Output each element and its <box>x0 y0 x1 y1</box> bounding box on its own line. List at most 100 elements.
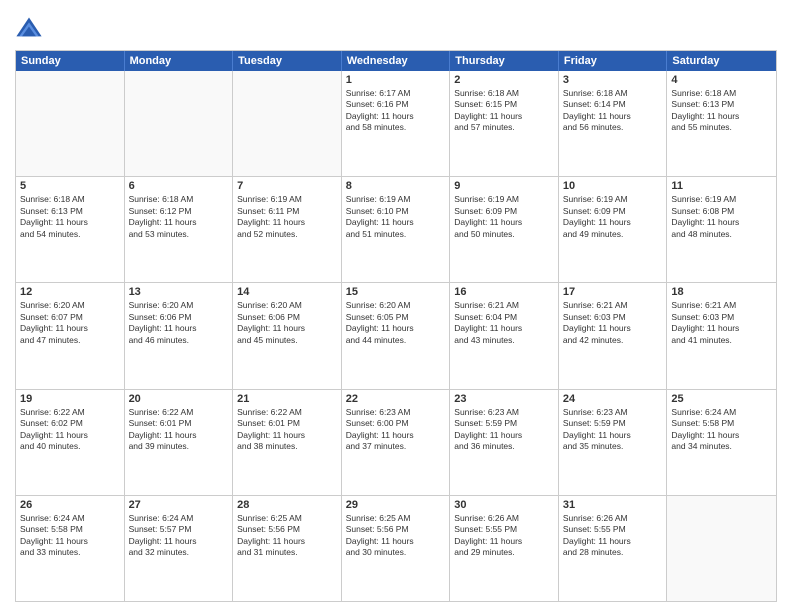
day-info: Sunrise: 6:18 AM Sunset: 6:12 PM Dayligh… <box>129 194 229 240</box>
day-number: 24 <box>563 393 663 405</box>
day-info: Sunrise: 6:19 AM Sunset: 6:09 PM Dayligh… <box>563 194 663 240</box>
day-info: Sunrise: 6:18 AM Sunset: 6:13 PM Dayligh… <box>671 88 772 134</box>
header-cell-monday: Monday <box>125 51 234 71</box>
calendar-cell: 6 Sunrise: 6:18 AM Sunset: 6:12 PM Daylig… <box>125 177 234 282</box>
day-info: Sunrise: 6:19 AM Sunset: 6:11 PM Dayligh… <box>237 194 337 240</box>
day-info: Sunrise: 6:21 AM Sunset: 6:04 PM Dayligh… <box>454 300 554 346</box>
day-info: Sunrise: 6:24 AM Sunset: 5:58 PM Dayligh… <box>671 407 772 453</box>
calendar-cell: 9Sunrise: 6:19 AM Sunset: 6:09 PM Daylig… <box>450 177 559 282</box>
calendar-cell: 25 Sunrise: 6:24 AM Sunset: 5:58 PM Dayli… <box>667 390 776 495</box>
day-number: 18 <box>671 286 772 298</box>
day-info: Sunrise: 6:20 AM Sunset: 6:05 PM Dayligh… <box>346 300 446 346</box>
day-info: Sunrise: 6:22 AM Sunset: 6:01 PM Dayligh… <box>237 407 337 453</box>
day-info: Sunrise: 6:22 AM Sunset: 6:01 PM Dayligh… <box>129 407 229 453</box>
day-number: 23 <box>454 393 554 405</box>
day-number: 26 <box>20 499 120 511</box>
header-cell-saturday: Saturday <box>667 51 776 71</box>
day-number: 12 <box>20 286 120 298</box>
calendar-row: 12 Sunrise: 6:20 AM Sunset: 6:07 PM Dayli… <box>16 283 776 389</box>
day-info: Sunrise: 6:23 AM Sunset: 5:59 PM Dayligh… <box>454 407 554 453</box>
day-info: Sunrise: 6:23 AM Sunset: 6:00 PM Dayligh… <box>346 407 446 453</box>
calendar-cell: 12 Sunrise: 6:20 AM Sunset: 6:07 PM Dayli… <box>16 283 125 388</box>
day-number: 16 <box>454 286 554 298</box>
calendar: SundayMondayTuesdayWednesdayThursdayFrid… <box>15 50 777 602</box>
day-info: Sunrise: 6:21 AM Sunset: 6:03 PM Dayligh… <box>563 300 663 346</box>
day-info: Sunrise: 6:18 AM Sunset: 6:14 PM Dayligh… <box>563 88 663 134</box>
calendar-row: 19 Sunrise: 6:22 AM Sunset: 6:02 PM Dayli… <box>16 390 776 496</box>
calendar-row: 1 Sunrise: 6:17 AM Sunset: 6:16 PM Daylig… <box>16 71 776 177</box>
day-info: Sunrise: 6:20 AM Sunset: 6:06 PM Dayligh… <box>237 300 337 346</box>
day-number: 31 <box>563 499 663 511</box>
day-info: Sunrise: 6:18 AM Sunset: 6:13 PM Dayligh… <box>20 194 120 240</box>
calendar-cell: 14Sunrise: 6:20 AM Sunset: 6:06 PM Dayli… <box>233 283 342 388</box>
day-info: Sunrise: 6:24 AM Sunset: 5:58 PM Dayligh… <box>20 513 120 559</box>
day-info: Sunrise: 6:22 AM Sunset: 6:02 PM Dayligh… <box>20 407 120 453</box>
day-info: Sunrise: 6:19 AM Sunset: 6:08 PM Dayligh… <box>671 194 772 240</box>
main-container: SundayMondayTuesdayWednesdayThursdayFrid… <box>0 0 792 612</box>
day-number: 7 <box>237 180 337 192</box>
calendar-cell: 20 Sunrise: 6:22 AM Sunset: 6:01 PM Dayli… <box>125 390 234 495</box>
calendar-cell: 2Sunrise: 6:18 AM Sunset: 6:15 PM Daylig… <box>450 71 559 176</box>
day-info: Sunrise: 6:19 AM Sunset: 6:10 PM Dayligh… <box>346 194 446 240</box>
calendar-cell: 16 Sunrise: 6:21 AM Sunset: 6:04 PM Dayli… <box>450 283 559 388</box>
calendar-row: 5 Sunrise: 6:18 AM Sunset: 6:13 PM Daylig… <box>16 177 776 283</box>
day-info: Sunrise: 6:21 AM Sunset: 6:03 PM Dayligh… <box>671 300 772 346</box>
day-number: 13 <box>129 286 229 298</box>
header-cell-wednesday: Wednesday <box>342 51 451 71</box>
day-number: 17 <box>563 286 663 298</box>
calendar-cell: 30 Sunrise: 6:26 AM Sunset: 5:55 PM Dayli… <box>450 496 559 601</box>
day-number: 20 <box>129 393 229 405</box>
calendar-cell: 27Sunrise: 6:24 AM Sunset: 5:57 PM Dayli… <box>125 496 234 601</box>
calendar-cell: 26 Sunrise: 6:24 AM Sunset: 5:58 PM Dayli… <box>16 496 125 601</box>
calendar-cell: 3Sunrise: 6:18 AM Sunset: 6:14 PM Daylig… <box>559 71 668 176</box>
day-number: 22 <box>346 393 446 405</box>
day-info: Sunrise: 6:19 AM Sunset: 6:09 PM Dayligh… <box>454 194 554 240</box>
day-number: 25 <box>671 393 772 405</box>
calendar-cell: 11 Sunrise: 6:19 AM Sunset: 6:08 PM Dayli… <box>667 177 776 282</box>
day-number: 21 <box>237 393 337 405</box>
day-number: 8 <box>346 180 446 192</box>
calendar-cell: 7 Sunrise: 6:19 AM Sunset: 6:11 PM Daylig… <box>233 177 342 282</box>
day-info: Sunrise: 6:17 AM Sunset: 6:16 PM Dayligh… <box>346 88 446 134</box>
header-cell-tuesday: Tuesday <box>233 51 342 71</box>
day-info: Sunrise: 6:25 AM Sunset: 5:56 PM Dayligh… <box>346 513 446 559</box>
calendar-cell: 13 Sunrise: 6:20 AM Sunset: 6:06 PM Dayli… <box>125 283 234 388</box>
day-number: 6 <box>129 180 229 192</box>
day-number: 10 <box>563 180 663 192</box>
day-number: 19 <box>20 393 120 405</box>
calendar-cell: 21 Sunrise: 6:22 AM Sunset: 6:01 PM Dayli… <box>233 390 342 495</box>
logo <box>15 14 47 42</box>
calendar-cell: 31 Sunrise: 6:26 AM Sunset: 5:55 PM Dayli… <box>559 496 668 601</box>
day-info: Sunrise: 6:26 AM Sunset: 5:55 PM Dayligh… <box>563 513 663 559</box>
day-number: 29 <box>346 499 446 511</box>
calendar-row: 26 Sunrise: 6:24 AM Sunset: 5:58 PM Dayli… <box>16 496 776 601</box>
calendar-cell: 15Sunrise: 6:20 AM Sunset: 6:05 PM Dayli… <box>342 283 451 388</box>
logo-icon <box>15 14 43 42</box>
day-number: 11 <box>671 180 772 192</box>
day-number: 4 <box>671 74 772 86</box>
day-number: 30 <box>454 499 554 511</box>
header-cell-friday: Friday <box>559 51 668 71</box>
calendar-cell: 23 Sunrise: 6:23 AM Sunset: 5:59 PM Dayli… <box>450 390 559 495</box>
calendar-cell: 17 Sunrise: 6:21 AM Sunset: 6:03 PM Dayli… <box>559 283 668 388</box>
day-number: 5 <box>20 180 120 192</box>
day-info: Sunrise: 6:20 AM Sunset: 6:07 PM Dayligh… <box>20 300 120 346</box>
day-number: 27 <box>129 499 229 511</box>
calendar-cell: 1 Sunrise: 6:17 AM Sunset: 6:16 PM Daylig… <box>342 71 451 176</box>
calendar-cell <box>16 71 125 176</box>
calendar-cell: 8 Sunrise: 6:19 AM Sunset: 6:10 PM Daylig… <box>342 177 451 282</box>
day-info: Sunrise: 6:20 AM Sunset: 6:06 PM Dayligh… <box>129 300 229 346</box>
calendar-cell <box>667 496 776 601</box>
day-info: Sunrise: 6:26 AM Sunset: 5:55 PM Dayligh… <box>454 513 554 559</box>
header-cell-sunday: Sunday <box>16 51 125 71</box>
calendar-cell <box>125 71 234 176</box>
day-info: Sunrise: 6:18 AM Sunset: 6:15 PM Dayligh… <box>454 88 554 134</box>
header-cell-thursday: Thursday <box>450 51 559 71</box>
calendar-body: 1 Sunrise: 6:17 AM Sunset: 6:16 PM Daylig… <box>16 71 776 601</box>
day-number: 28 <box>237 499 337 511</box>
day-number: 1 <box>346 74 446 86</box>
calendar-cell: 29 Sunrise: 6:25 AM Sunset: 5:56 PM Dayli… <box>342 496 451 601</box>
calendar-cell: 10 Sunrise: 6:19 AM Sunset: 6:09 PM Dayli… <box>559 177 668 282</box>
header <box>15 10 777 42</box>
calendar-cell: 22 Sunrise: 6:23 AM Sunset: 6:00 PM Dayli… <box>342 390 451 495</box>
